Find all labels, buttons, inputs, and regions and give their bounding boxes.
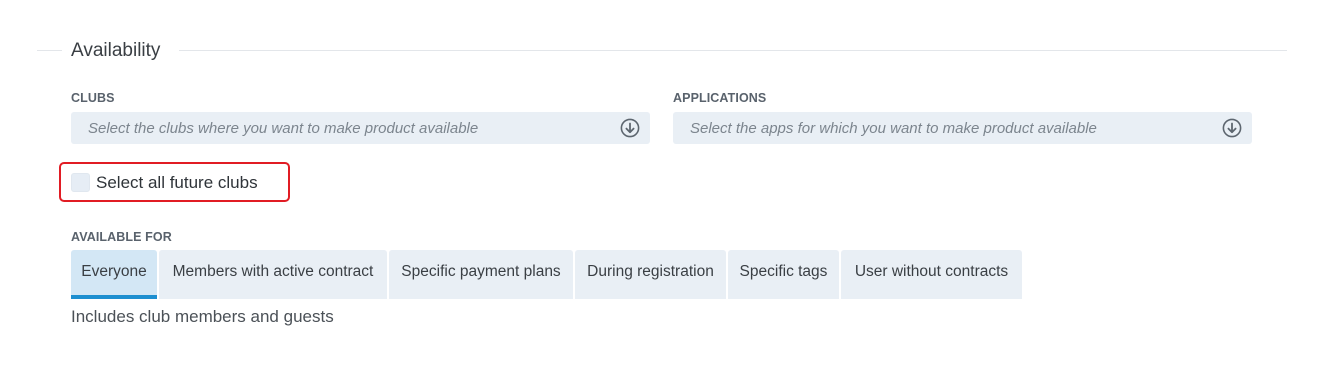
applications-label: APPLICATIONS (673, 91, 767, 105)
tab-specific-payment-plans[interactable]: Specific payment plans (389, 250, 573, 299)
future-clubs-checkbox[interactable] (71, 173, 90, 192)
available-for-label: AVAILABLE FOR (71, 230, 172, 244)
tab-members-with-active-contract[interactable]: Members with active contract (159, 250, 387, 299)
future-clubs-checkbox-label[interactable]: Select all future clubs (96, 173, 258, 193)
arrow-down-circle-icon[interactable] (1222, 118, 1242, 138)
availability-section-header: Availability (37, 38, 1287, 64)
arrow-down-circle-icon[interactable] (620, 118, 640, 138)
clubs-select[interactable]: Select the clubs where you want to make … (71, 112, 650, 144)
section-divider-right (179, 50, 1287, 51)
section-title: Availability (71, 40, 161, 62)
clubs-select-placeholder: Select the clubs where you want to make … (88, 120, 479, 137)
available-for-description: Includes club members and guests (71, 307, 334, 326)
applications-select-placeholder: Select the apps for which you want to ma… (690, 120, 1097, 137)
tab-during-registration[interactable]: During registration (575, 250, 726, 299)
section-divider-left (37, 50, 62, 51)
applications-select[interactable]: Select the apps for which you want to ma… (673, 112, 1252, 144)
tab-user-without-contracts[interactable]: User without contracts (841, 250, 1022, 299)
tab-specific-tags[interactable]: Specific tags (728, 250, 839, 299)
tab-everyone[interactable]: Everyone (71, 250, 157, 299)
clubs-label: CLUBS (71, 91, 115, 105)
